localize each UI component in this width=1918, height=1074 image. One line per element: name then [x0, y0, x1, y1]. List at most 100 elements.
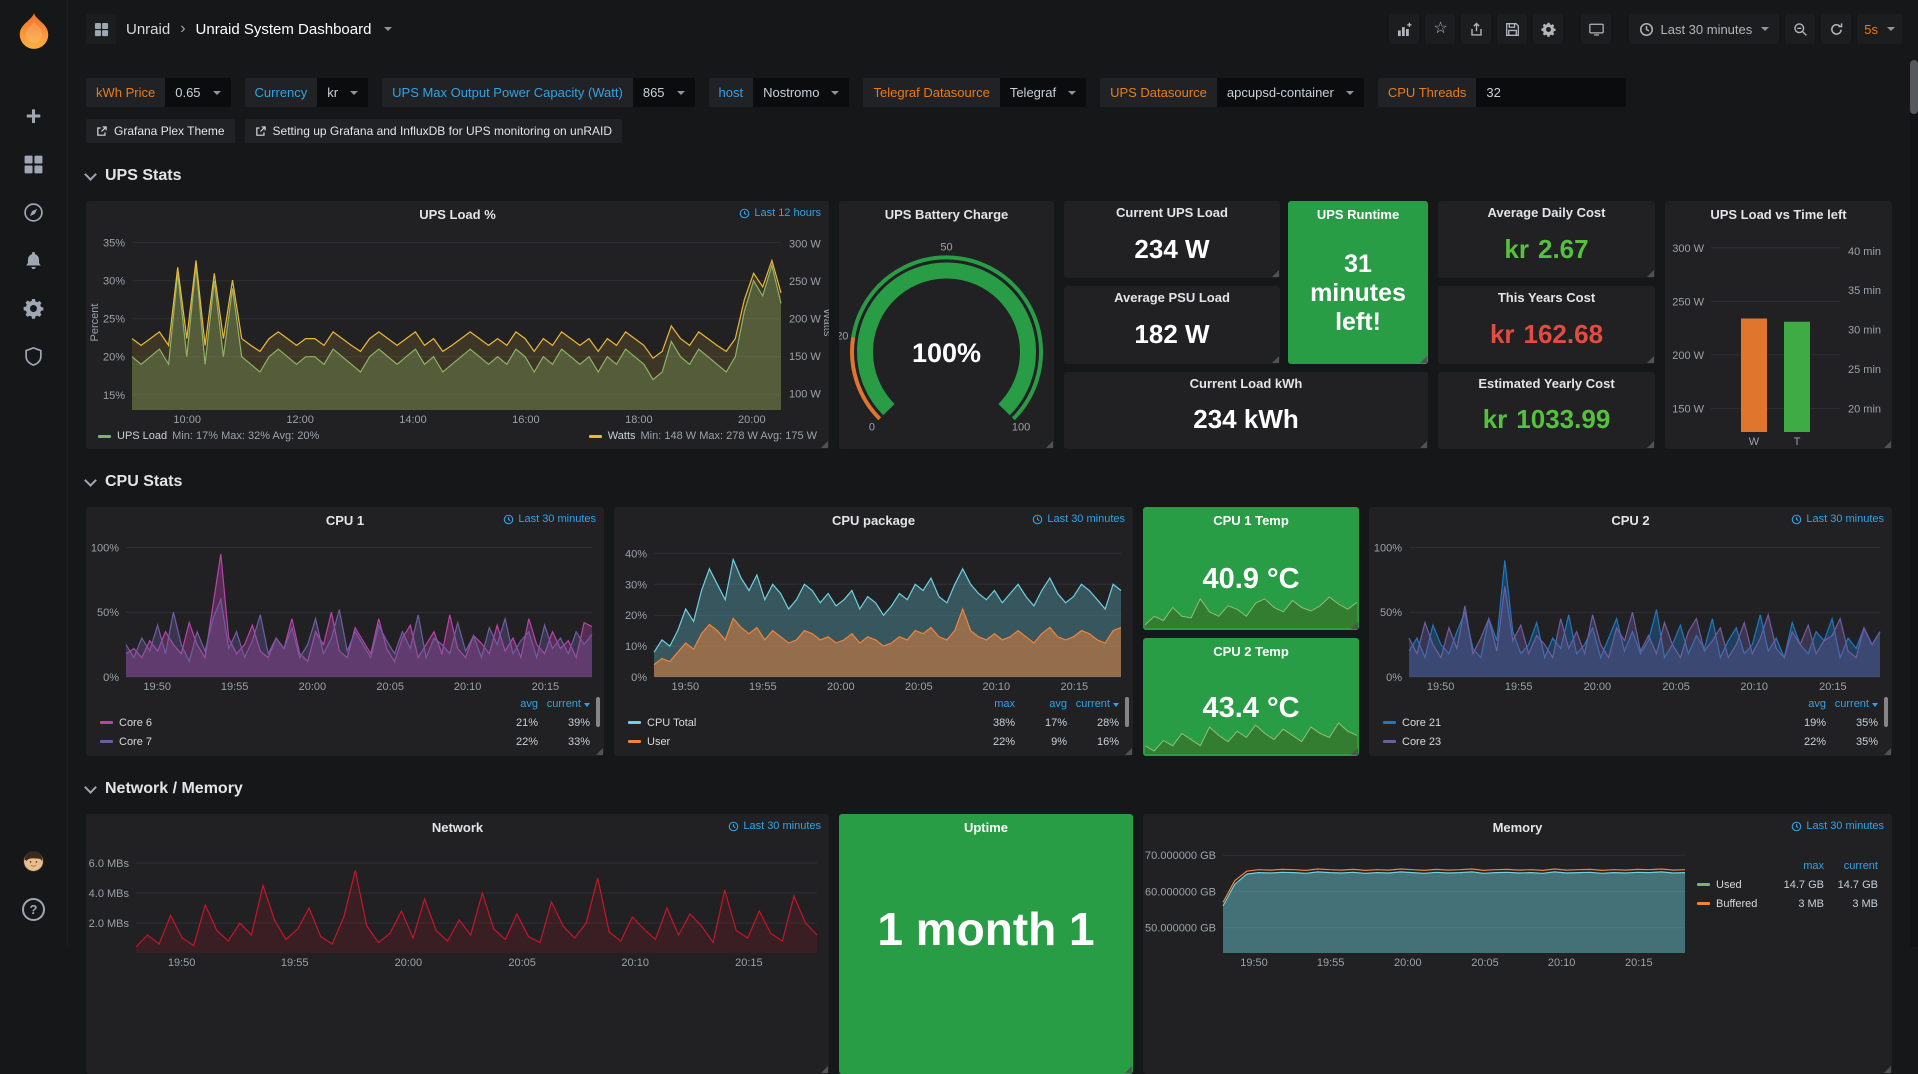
panel-title[interactable]: CPU 1	[326, 513, 364, 528]
legend-sort-avg[interactable]: avg	[486, 698, 538, 710]
panel-title[interactable]: Current Load kWh	[1190, 376, 1303, 391]
add-panel-button[interactable]	[1389, 14, 1419, 44]
load-vs-time-chart[interactable]: 150 W200 W250 W300 W20 min25 min30 min35…	[1665, 227, 1892, 449]
variable-telegraf-datasource[interactable]: Telegraf DatasourceTelegraf	[863, 78, 1086, 107]
scrollbar-thumb[interactable]	[1910, 60, 1918, 114]
cpu2-chart[interactable]: 0%50%100%19:5019:5520:0020:0520:1020:15	[1369, 533, 1892, 694]
legend-sort-max[interactable]: max	[1770, 860, 1824, 872]
variable-value[interactable]: Nostromo	[753, 78, 849, 107]
variable-cpu-threads[interactable]: CPU Threads32	[1378, 78, 1627, 107]
variable-value[interactable]: apcupsd-container	[1217, 78, 1364, 107]
variable-ups-max-output-power-capacity-watt[interactable]: UPS Max Output Power Capacity (Watt)865	[382, 78, 694, 107]
memory-chart[interactable]: 50.000000 GB60.000000 GB70.000000 GB19:5…	[1143, 840, 1697, 970]
dashboard-link-grafana-plex-theme[interactable]: Grafana Plex Theme	[86, 119, 235, 143]
cpu-stats-header[interactable]: CPU Stats	[86, 473, 1892, 491]
breadcrumb-app[interactable]: Unraid	[126, 21, 170, 38]
svg-text:19:50: 19:50	[1427, 681, 1455, 693]
legend-row[interactable]: Core 722%33%	[100, 732, 590, 751]
legend-sort-current[interactable]: current	[1824, 860, 1878, 872]
svg-text:20:00: 20:00	[299, 681, 327, 693]
share-button[interactable]	[1461, 14, 1491, 44]
variable-value[interactable]: kr	[317, 78, 368, 107]
refresh-button[interactable]	[1821, 14, 1851, 44]
network-memory-header[interactable]: Network / Memory	[86, 780, 1892, 798]
dashboard-link-setting-up-grafana-and-influxdb-for-ups-monitoring-on-unraid[interactable]: Setting up Grafana and InfluxDB for UPS …	[245, 119, 623, 143]
legend-sort-max[interactable]: max	[963, 698, 1015, 710]
chevron-down-icon[interactable]	[384, 27, 392, 31]
panel-title[interactable]: Average Daily Cost	[1487, 205, 1605, 220]
variable-label: host	[709, 78, 754, 107]
legend-entry[interactable]: UPS LoadMin: 17% Max: 32% Avg: 20%	[98, 430, 319, 442]
sidebar-item-dashboards[interactable]	[10, 140, 58, 188]
legend-row[interactable]: CPU Total38%17%28%	[628, 713, 1119, 732]
stat-value: 234 kWh	[1064, 395, 1428, 449]
panel-title[interactable]: This Years Cost	[1498, 290, 1595, 305]
panel-title[interactable]: CPU 2 Temp	[1213, 644, 1289, 659]
panel-title[interactable]: Uptime	[964, 820, 1008, 835]
svg-text:20:15: 20:15	[1819, 681, 1847, 693]
sidebar-item-alerting[interactable]	[10, 236, 58, 284]
network-chart[interactable]: 2.0 MBs4.0 MBs6.0 MBs19:5019:5520:0020:0…	[86, 840, 829, 970]
sidebar-item-explore[interactable]	[10, 188, 58, 236]
variable-kwh-price[interactable]: kWh Price0.65	[86, 78, 231, 107]
sidebar-item-server-admin[interactable]	[10, 332, 58, 380]
legend-row[interactable]: Core 2322%35%	[1383, 732, 1878, 751]
legend-sort-current[interactable]: current	[1826, 698, 1878, 710]
page-scrollbar[interactable]	[1910, 60, 1918, 947]
panel-title[interactable]: CPU 1 Temp	[1213, 513, 1289, 528]
sidebar-item-help[interactable]: ?	[10, 885, 58, 933]
legend-sort-avg[interactable]: avg	[1774, 698, 1826, 710]
cpu1-chart[interactable]: 0%50%100%19:5019:5520:0020:0520:1020:15	[86, 533, 604, 694]
legend-scrollbar[interactable]	[1884, 697, 1888, 727]
variable-value[interactable]: 32	[1476, 78, 1626, 107]
legend-entry[interactable]: WattsMin: 148 W Max: 278 W Avg: 175 W	[589, 430, 817, 442]
panel-title[interactable]: Network	[432, 820, 483, 835]
variable-host[interactable]: hostNostromo	[709, 78, 850, 107]
star-button[interactable]: ☆	[1425, 14, 1455, 44]
user-avatar[interactable]	[10, 837, 58, 885]
legend-row[interactable]: Core 2119%35%	[1383, 713, 1878, 732]
ups-load-chart[interactable]: 15%20%25%30%35%100 W150 W200 W250 W300 W…	[86, 227, 829, 427]
panel-title[interactable]: UPS Load vs Time left	[1710, 207, 1846, 222]
panel-title[interactable]: UPS Load %	[419, 207, 496, 222]
legend-scrollbar[interactable]	[1125, 697, 1129, 727]
cpu-package-chart[interactable]: 0%10%20%30%40%19:5019:5520:0020:0520:102…	[614, 533, 1133, 694]
save-button[interactable]	[1497, 14, 1527, 44]
legend-sort-current[interactable]: current	[538, 698, 590, 710]
legend-row[interactable]: Used14.7 GB14.7 GB	[1697, 875, 1878, 894]
variable-value[interactable]: Telegraf	[1000, 78, 1086, 107]
sidebar-item-configuration[interactable]	[10, 284, 58, 332]
cycle-view-button[interactable]	[1581, 14, 1611, 44]
panel-title[interactable]: CPU 2	[1611, 513, 1649, 528]
panel-title[interactable]: Average PSU Load	[1114, 290, 1230, 305]
apps-grid-button[interactable]	[86, 14, 116, 44]
legend-row[interactable]: User22%9%16%	[628, 732, 1119, 751]
variable-value[interactable]: 865	[633, 78, 695, 107]
sidebar-item-create[interactable]: +	[10, 92, 58, 140]
svg-text:10%: 10%	[625, 641, 647, 653]
panel-title[interactable]: UPS Runtime	[1317, 207, 1399, 222]
svg-text:20%: 20%	[625, 610, 647, 622]
zoom-out-button[interactable]	[1785, 14, 1815, 44]
legend-row[interactable]: Buffered3 MB3 MB	[1697, 894, 1878, 913]
panel-title[interactable]: UPS Battery Charge	[885, 207, 1009, 222]
ups-stats-header[interactable]: UPS Stats	[86, 167, 1892, 185]
panel-average-psu-load: Average PSU Load 182 W	[1064, 286, 1280, 363]
refresh-interval-picker[interactable]: 5s	[1857, 14, 1902, 44]
panel-title[interactable]: Estimated Yearly Cost	[1478, 376, 1614, 391]
dashboard-title[interactable]: Unraid System Dashboard	[196, 21, 372, 38]
grafana-logo[interactable]	[15, 12, 53, 50]
time-range-picker[interactable]: Last 30 minutes	[1629, 14, 1779, 44]
variable-currency[interactable]: Currencykr	[245, 78, 369, 107]
variable-ups-datasource[interactable]: UPS Datasourceapcupsd-container	[1100, 78, 1364, 107]
legend-row[interactable]: Core 621%39%	[100, 713, 590, 732]
legend-sort-current[interactable]: current	[1067, 698, 1119, 710]
panel-title[interactable]: Memory	[1493, 820, 1543, 835]
dashboard-settings-button[interactable]	[1533, 14, 1563, 44]
variable-value[interactable]: 0.65	[165, 78, 230, 107]
svg-text:19:55: 19:55	[221, 681, 249, 693]
panel-title[interactable]: CPU package	[832, 513, 915, 528]
panel-title[interactable]: Current UPS Load	[1116, 205, 1228, 220]
legend-scrollbar[interactable]	[596, 697, 600, 727]
legend-sort-avg[interactable]: avg	[1015, 698, 1067, 710]
